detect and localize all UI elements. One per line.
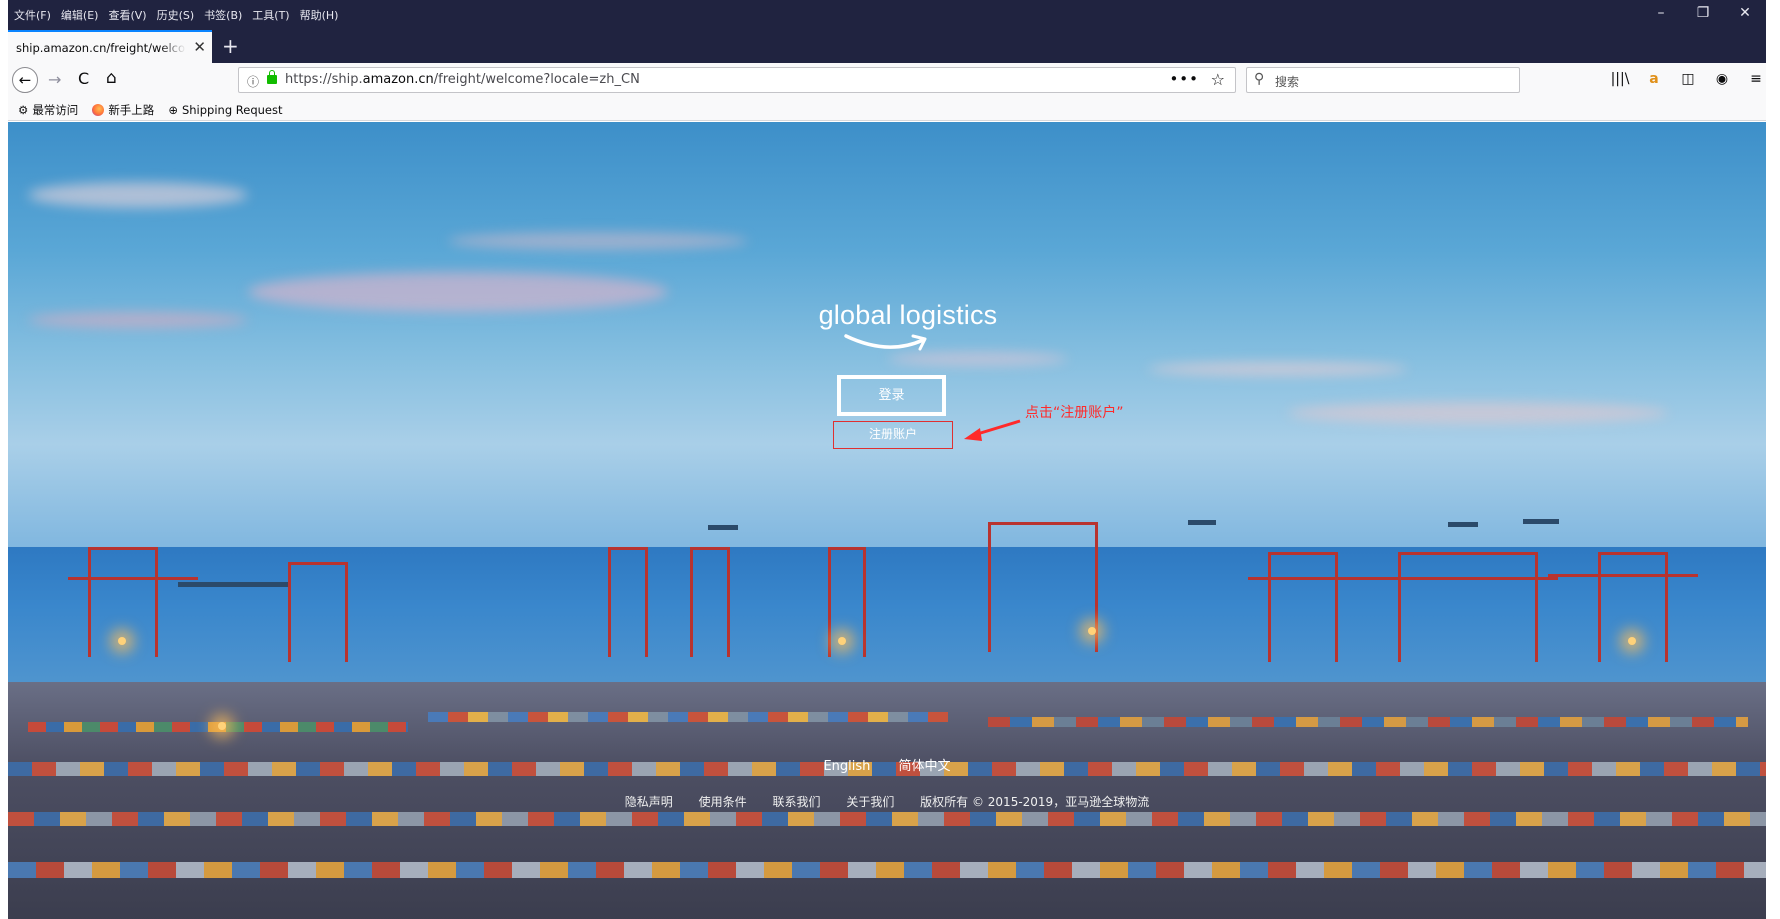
bookmark-most-visited[interactable]: ⚙ 最常访问	[18, 102, 78, 118]
search-icon: ⚲	[1254, 71, 1265, 87]
sidebar-icon[interactable]: ◫	[1678, 71, 1698, 87]
forward-button[interactable]: →	[48, 70, 61, 89]
account-icon[interactable]: ◉	[1712, 71, 1732, 87]
container-stack	[428, 712, 948, 722]
restore-button[interactable]: ❐	[1682, 5, 1724, 21]
register-account-button[interactable]: 注册账户	[833, 421, 953, 449]
menu-history[interactable]: 历史(S)	[157, 7, 195, 23]
search-placeholder: 搜索	[1275, 75, 1300, 89]
crane	[1598, 552, 1668, 662]
crane-boom	[1248, 577, 1358, 580]
logo-text: global logistics	[818, 300, 998, 330]
menu-help[interactable]: 帮助(H)	[300, 7, 339, 23]
url-bar[interactable]: ⓘ https://ship.amazon.cn/freight/welcome…	[238, 67, 1236, 93]
privacy-link[interactable]: 隐私声明	[625, 795, 673, 809]
minimize-button[interactable]: –	[1640, 5, 1682, 21]
crane	[608, 547, 648, 657]
tab-strip: ship.amazon.cn/freight/welcome ✕ +	[8, 30, 1766, 63]
port-light	[118, 637, 126, 645]
bookmarks-toolbar: ⚙ 最常访问 新手上路 ⊕ Shipping Request	[8, 99, 1766, 121]
crane	[1268, 552, 1338, 662]
contact-link[interactable]: 联系我们	[772, 795, 820, 809]
site-info-icon[interactable]: ⓘ	[247, 73, 259, 90]
background-cloud	[888, 352, 1068, 366]
navigation-bar: ← → C ⌂ ⓘ https://ship.amazon.cn/freight…	[8, 63, 1766, 99]
menu-bookmarks[interactable]: 书签(B)	[204, 7, 242, 23]
tab-close-icon[interactable]: ✕	[193, 38, 206, 56]
container-stack	[8, 862, 1766, 878]
crane	[690, 547, 730, 657]
menu-edit[interactable]: 编辑(E)	[61, 7, 99, 23]
reload-button[interactable]: C	[78, 69, 89, 88]
background-ship	[1188, 520, 1216, 525]
language-english-link[interactable]: English	[823, 759, 870, 774]
menu-file[interactable]: 文件(F)	[14, 7, 51, 23]
bookmark-star-icon[interactable]: ☆	[1211, 70, 1225, 89]
amazon-smile-icon	[844, 334, 927, 351]
about-link[interactable]: 关于我们	[846, 795, 894, 809]
background-ship	[1523, 519, 1559, 524]
bookmark-getting-started[interactable]: 新手上路	[92, 102, 154, 118]
firefox-icon	[92, 103, 105, 116]
background-ship	[708, 525, 738, 530]
crane	[828, 547, 866, 657]
tab-title: ship.amazon.cn/freight/welcome	[16, 41, 186, 55]
background-cloud	[28, 182, 248, 208]
menu-view[interactable]: 查看(V)	[108, 7, 146, 23]
crane	[988, 522, 1098, 652]
bookmark-label: Shipping Request	[181, 102, 283, 117]
language-switcher: English 简体中文	[8, 755, 1766, 774]
gear-icon: ⚙	[18, 102, 29, 117]
port-light	[838, 637, 846, 645]
globe-icon: ⊕	[168, 102, 178, 117]
search-input[interactable]: ⚲ 搜索	[1246, 67, 1520, 93]
terms-link[interactable]: 使用条件	[699, 795, 747, 809]
container-stack	[8, 812, 1766, 826]
lock-icon	[267, 70, 277, 84]
bookmark-shipping-request[interactable]: ⊕ Shipping Request	[168, 103, 282, 117]
new-tab-button[interactable]: +	[222, 34, 239, 58]
crane-boom	[1348, 577, 1558, 580]
menu-tools[interactable]: 工具(T)	[252, 7, 289, 23]
port-light	[1088, 627, 1096, 635]
close-window-button[interactable]: ✕	[1724, 5, 1766, 21]
crane-boom	[68, 577, 198, 580]
home-button[interactable]: ⌂	[106, 68, 117, 88]
menu-icon[interactable]: ≡	[1746, 71, 1766, 87]
crane-boom	[1548, 574, 1698, 577]
bookmark-label: 最常访问	[32, 102, 79, 117]
amazon-extension-icon[interactable]: a	[1644, 71, 1664, 87]
back-button[interactable]: ←	[12, 67, 38, 93]
background-ship	[1448, 522, 1478, 527]
port-light	[1628, 637, 1636, 645]
page-content: global logistics 登录 注册账户 点击“注册账户” Englis…	[8, 122, 1766, 919]
window-frame-left	[0, 0, 8, 919]
library-icon[interactable]: |||\	[1610, 71, 1630, 87]
url-text[interactable]: https://ship.amazon.cn/freight/welcome?l…	[285, 72, 640, 87]
background-ship	[178, 582, 288, 587]
browser-window: 文件(F) 编辑(E) 查看(V) 历史(S) 书签(B) 工具(T) 帮助(H…	[8, 0, 1780, 919]
menu-bar: 文件(F) 编辑(E) 查看(V) 历史(S) 书签(B) 工具(T) 帮助(H…	[8, 0, 1766, 30]
annotation-text: 点击“注册账户”	[1025, 405, 1124, 421]
page-actions-icon[interactable]: •••	[1169, 70, 1199, 88]
crane	[288, 562, 348, 662]
background-cloud	[248, 272, 668, 312]
background-cloud	[28, 312, 248, 328]
container-stack	[988, 717, 1748, 727]
login-button[interactable]: 登录	[837, 375, 946, 416]
tab-active[interactable]: ship.amazon.cn/freight/welcome ✕	[8, 30, 212, 63]
copyright-text: 版权所有 © 2015-2019，亚马逊全球物流	[920, 795, 1150, 809]
crane	[1398, 552, 1538, 662]
background-cloud	[1288, 402, 1668, 424]
port-light	[218, 722, 226, 730]
language-chinese-link[interactable]: 简体中文	[899, 759, 951, 774]
bookmark-label: 新手上路	[108, 102, 155, 117]
background-cloud	[448, 232, 748, 250]
annotation-arrow-icon	[964, 419, 1021, 441]
footer-links: 隐私声明 使用条件 联系我们 关于我们 版权所有 © 2015-2019，亚马逊…	[8, 793, 1766, 810]
background-cloud	[1148, 362, 1408, 376]
